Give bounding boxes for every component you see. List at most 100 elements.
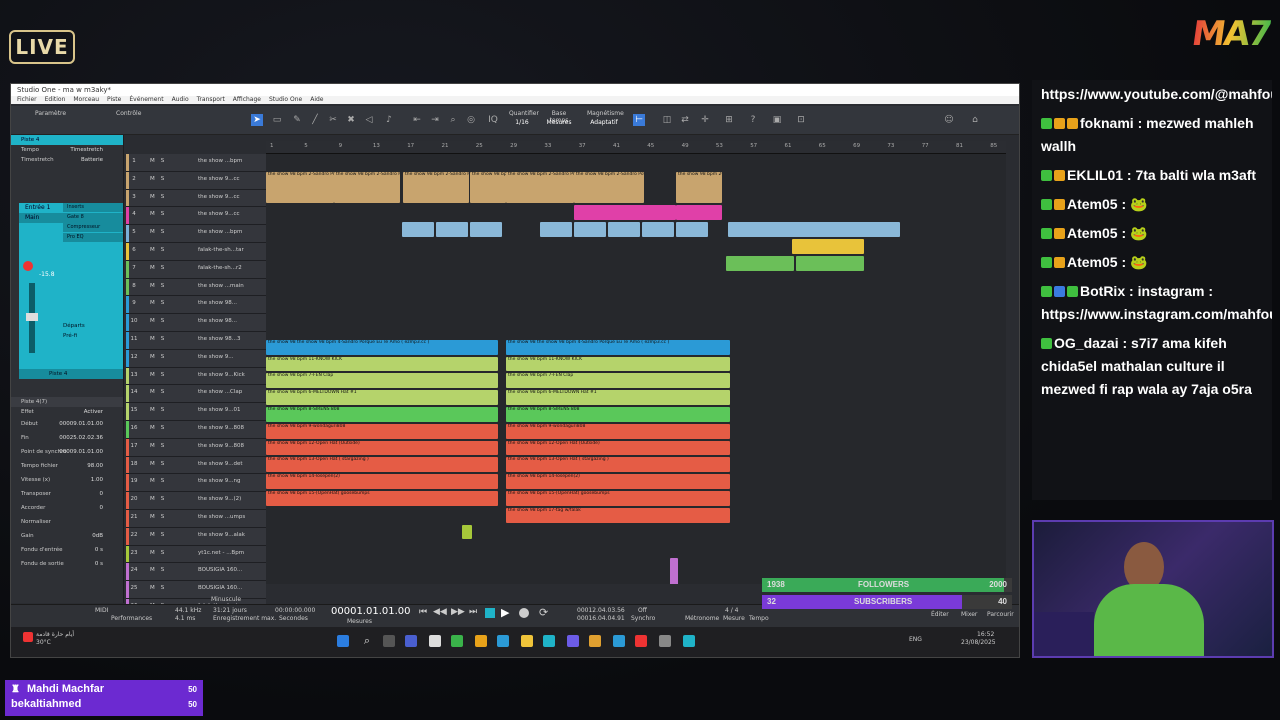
back-icon[interactable]: ◀◀ xyxy=(433,607,447,617)
audio-clip[interactable]: the show 98 bpm 8-SIRENS 808 xyxy=(266,407,498,422)
zoom-icon[interactable]: ⌕ xyxy=(447,114,459,126)
stop-button[interactable] xyxy=(485,608,495,618)
layers-icon[interactable]: ◫ xyxy=(661,114,673,126)
mute-solo-buttons[interactable]: MS xyxy=(150,585,170,591)
editor-label[interactable]: Éditer xyxy=(931,611,949,618)
track-header[interactable]: 17 MS the show 9...808 xyxy=(126,438,266,457)
audio-clip[interactable]: the show 98 bpm 6-MELTDOWN Hat #1 xyxy=(266,390,498,405)
app-icon-1[interactable] xyxy=(405,635,417,647)
track-header[interactable]: 8 MS the show ...main xyxy=(126,278,266,297)
user-icon[interactable]: ☺ xyxy=(943,114,955,126)
event-row-value[interactable]: 00009.01.01.00 xyxy=(59,417,103,431)
audio-clip[interactable] xyxy=(470,222,502,237)
end-icon[interactable]: ⏭ xyxy=(469,607,477,617)
timebase-value[interactable]: Mesures xyxy=(543,119,575,126)
chat-username[interactable]: foknami xyxy=(1080,115,1134,131)
audio-clip[interactable]: the show 98 bpm 11-KNOW KICK xyxy=(266,356,498,372)
app-icon-7[interactable] xyxy=(567,635,579,647)
track-name[interactable]: the show 9...cc xyxy=(198,176,240,182)
audio-clip[interactable] xyxy=(574,222,606,237)
search-icon[interactable]: ⌕ xyxy=(361,635,373,647)
volume-fader[interactable] xyxy=(26,283,38,353)
chat-username[interactable]: BotRix xyxy=(1080,283,1125,299)
app-icon-4[interactable] xyxy=(475,635,487,647)
clock-date[interactable]: 23/08/2025 xyxy=(961,639,996,646)
menu-item[interactable]: Morceau xyxy=(73,96,99,104)
track-name[interactable]: the show 9...alak xyxy=(198,532,245,538)
loop-icon[interactable]: ⟳ xyxy=(539,606,548,619)
mute-solo-buttons[interactable]: MS xyxy=(150,158,170,164)
audio-clip[interactable]: the show 98 bpm 13-Open Hat ( stargazing… xyxy=(266,457,498,473)
folder-icon[interactable] xyxy=(521,635,533,647)
timeline-ruler[interactable]: 1 5 9 13 17 21 25 29 33 37 41 45 49 53 57 61 65 69 73 77 81 8… xyxy=(266,141,1006,154)
insert-slot[interactable]: Compresseur xyxy=(63,223,123,232)
audio-clip[interactable]: the show 98 bpm 17-tag w/falak xyxy=(506,507,730,523)
app-icon-3[interactable] xyxy=(451,635,463,647)
mute-solo-buttons[interactable]: MS xyxy=(150,194,170,200)
track-name[interactable]: the show ...bpm xyxy=(198,158,242,164)
track-name[interactable]: the show 9... xyxy=(198,354,233,360)
cursor-follow-icon[interactable]: ✛ xyxy=(699,114,711,126)
rewind-icon[interactable]: ⏮ xyxy=(419,607,427,617)
track-name[interactable]: the show 9...808 xyxy=(198,443,244,449)
snap-value[interactable]: Adaptatif xyxy=(587,119,621,126)
audio-clip[interactable]: the show 98 bpm 11-KNOW KICK xyxy=(506,356,730,372)
audio-clip[interactable]: the show 98 bpm 12-Open Hat (Outside) xyxy=(266,440,498,456)
audio-clip[interactable] xyxy=(540,222,572,237)
menu-item[interactable]: Audio xyxy=(172,96,189,104)
audio-clip[interactable] xyxy=(402,222,434,237)
mute-tool-icon[interactable]: ✖ xyxy=(345,114,357,126)
params-label[interactable]: Paramètre xyxy=(35,110,66,117)
mute-solo-buttons[interactable]: MS xyxy=(150,461,170,467)
menu-item[interactable]: Transport xyxy=(197,96,225,104)
track-header[interactable]: 6 MS falak-the-sh...tar xyxy=(126,242,266,261)
chat-username[interactable]: EKLIL01 xyxy=(1067,167,1123,183)
mute-solo-buttons[interactable]: MS xyxy=(150,389,170,395)
activate-button[interactable]: Activer xyxy=(84,407,103,417)
track-header[interactable]: 24 MS BOUSIGIA 160... xyxy=(126,563,266,582)
audio-clip[interactable]: the show 98 bpm 12-Open Hat (Outside) xyxy=(506,440,730,456)
mixer-label[interactable]: Mixer xyxy=(961,611,977,618)
audio-clip[interactable]: the show 98 bpm 2-Sandro Porque E xyxy=(334,171,400,204)
audio-clip[interactable] xyxy=(792,239,864,254)
audio-clip[interactable]: the show 98 bpm 15-(OpenHat) goosebumps xyxy=(506,491,730,506)
audio-clip[interactable] xyxy=(796,255,864,271)
event-row-value[interactable]: 98.00 xyxy=(87,459,103,473)
menu-item[interactable]: Fichier xyxy=(17,96,37,104)
mute-solo-buttons[interactable]: MS xyxy=(150,496,170,502)
audio-clip[interactable] xyxy=(676,205,722,221)
chat-username[interactable]: Atem05 xyxy=(1067,225,1118,241)
track-header[interactable]: 13 MS the show 9...Kick xyxy=(126,367,266,386)
mute-solo-buttons[interactable]: MS xyxy=(150,550,170,556)
menu-item[interactable]: Événement xyxy=(129,96,163,104)
video-icon[interactable]: ▣ xyxy=(771,114,783,126)
track-header[interactable]: 16 MS the show 9...808 xyxy=(126,420,266,439)
audition-icon[interactable]: ◎ xyxy=(465,114,477,126)
audio-clip[interactable]: the show 98 bpm 2-Sandro Porque E xyxy=(470,171,506,204)
track-header[interactable]: 4 MS the show 9...cc xyxy=(126,207,266,226)
menu-item[interactable]: Piste xyxy=(107,96,121,104)
audio-clip[interactable]: the show 98 bpm 8-SIRENS 808 xyxy=(506,407,730,422)
insert-slot[interactable]: Gate 8 xyxy=(63,213,123,222)
audio-clip[interactable] xyxy=(574,205,676,221)
chat-username[interactable]: OG_dazai xyxy=(1054,335,1119,351)
mute-solo-buttons[interactable]: MS xyxy=(150,407,170,413)
audio-clip[interactable]: the show 98 bpm 14-losepen(2) xyxy=(506,474,730,489)
language-indicator[interactable]: ENG xyxy=(909,636,922,643)
track-name[interactable]: BOUSIGIA 160... xyxy=(198,585,242,591)
quantize-value[interactable]: 1/16 xyxy=(509,119,535,126)
track-name[interactable]: the show 9...01 xyxy=(198,407,240,413)
mute-solo-buttons[interactable]: MS xyxy=(150,300,170,306)
insert-slot[interactable]: Pro EQ xyxy=(63,233,123,242)
forward-icon[interactable]: ▶▶ xyxy=(451,607,465,617)
audio-clip[interactable]: the show 98 bpm 2-Sandro Porque E xyxy=(574,171,644,204)
audio-clip[interactable] xyxy=(676,222,708,237)
track-name[interactable]: the show ...Clap xyxy=(198,389,242,395)
track-name[interactable]: the show 9...Kick xyxy=(198,372,245,378)
audio-clip[interactable]: the show 98 the show 98 bpm 4-Sandro Por… xyxy=(266,339,498,355)
mute-solo-buttons[interactable]: MS xyxy=(150,372,170,378)
event-row-value[interactable]: 00025.02.02.36 xyxy=(59,431,103,445)
track-header[interactable]: 20 MS the show 9...(2) xyxy=(126,492,266,510)
audio-clip[interactable] xyxy=(728,222,900,237)
mute-solo-buttons[interactable]: MS xyxy=(150,336,170,342)
